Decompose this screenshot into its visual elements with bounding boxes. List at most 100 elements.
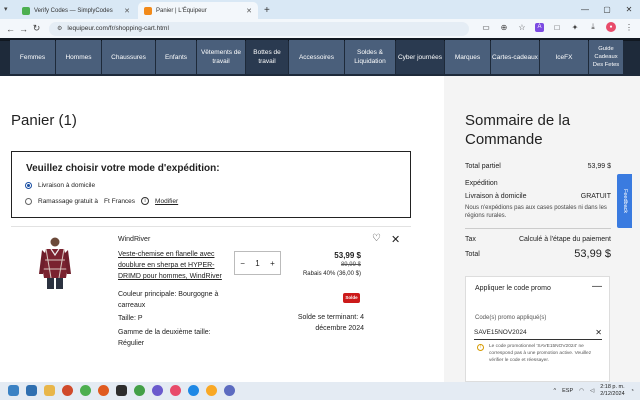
bookmark-star-icon[interactable]: ☆	[517, 23, 527, 32]
extension-square-icon[interactable]: □	[552, 23, 562, 32]
product-image[interactable]	[38, 236, 72, 290]
chrome-profile2-icon[interactable]	[152, 385, 163, 396]
remove-promo-icon[interactable]: ✕	[595, 328, 602, 337]
feedback-tab[interactable]: Feedback	[617, 174, 632, 228]
tab-close-icon[interactable]: ✕	[246, 7, 252, 15]
total-row: Total 53,99 $	[465, 248, 611, 260]
chrome-profile6-icon[interactable]	[224, 385, 235, 396]
chrome-icon[interactable]	[80, 385, 91, 396]
shipping-method-label: Livraison à domicile	[465, 193, 527, 200]
volume-icon[interactable]: ◁	[590, 388, 594, 394]
minimize-icon[interactable]: —	[574, 5, 596, 14]
start-icon[interactable]	[26, 385, 37, 396]
forward-icon[interactable]: →	[17, 24, 30, 34]
download-icon[interactable]: ⤓	[588, 22, 598, 32]
chrome-profile5-icon[interactable]	[206, 385, 217, 396]
nav-item-cyber[interactable]: Cyber journées	[396, 40, 444, 74]
windows-taskbar: ^ ESP ◠ ◁ 2:18 p. m. 2/12/2024 ◔	[0, 382, 640, 400]
increase-quantity-button[interactable]: +	[270, 259, 275, 268]
product-brand: WindRiver	[118, 236, 151, 243]
zoom-icon[interactable]: ⊕	[499, 23, 509, 32]
tab-verify-codes[interactable]: Verify Codes — SimplyCodes ✕	[16, 2, 136, 19]
language-indicator[interactable]: ESP	[562, 388, 573, 394]
divider	[11, 226, 411, 227]
maximize-icon[interactable]: ▢	[596, 5, 618, 14]
nav-item-accessoires[interactable]: Accessoires	[289, 40, 344, 74]
tab-search-icon[interactable]: ▾	[4, 5, 8, 13]
info-icon[interactable]: i	[141, 197, 150, 205]
app-icon[interactable]	[98, 385, 109, 396]
tax-label: Tax	[465, 236, 476, 243]
taskbar-icons	[8, 385, 235, 396]
profile-avatar-icon[interactable]: ●	[606, 22, 616, 32]
extension-icon[interactable]: A	[535, 22, 544, 32]
chrome-profile4-icon[interactable]	[188, 385, 199, 396]
sale-end-text: Solde se terminant: 4 décembre 2024	[297, 314, 364, 332]
notification-bell-icon[interactable]: ◔	[631, 388, 634, 394]
install-app-icon[interactable]: ▭	[481, 23, 491, 32]
url-bar[interactable]: ⚙ lequipeur.com/fr/shopping-cart.html	[49, 21, 469, 36]
back-icon[interactable]: ←	[4, 24, 17, 34]
nav-item-guide-cadeaux[interactable]: Guide Cadeaux Des Fetes	[589, 40, 623, 74]
shipping-value: GRATUIT	[580, 193, 611, 200]
nav-item-enfants[interactable]: Enfants	[156, 40, 196, 74]
promo-code-field[interactable]: SAVE15NOV2024 ✕	[474, 326, 602, 340]
nav-item-vetements-travail[interactable]: Vêtements de travail	[197, 40, 245, 74]
modify-link[interactable]: Modifier	[155, 198, 178, 205]
tray-chevron-icon[interactable]: ^	[554, 388, 557, 394]
reload-icon[interactable]: ↻	[30, 23, 43, 34]
product-color: Couleur principale: Bourgogne à carreaux	[118, 291, 219, 309]
remove-item-icon[interactable]: ✕	[391, 233, 400, 246]
shipping-method-box: Veuillez choisir votre mode d'expédition…	[11, 151, 411, 218]
nav-item-femmes[interactable]: Femmes	[10, 40, 55, 74]
clock[interactable]: 2:18 p. m. 2/12/2024	[600, 384, 624, 398]
subtotal-row: Total partiel 53,99 $	[465, 163, 611, 170]
shipping-option-pickup[interactable]: Ramassage gratuit à Ft Frances i Modifie…	[25, 197, 178, 205]
system-tray: ^ ESP ◠ ◁ 2:18 p. m. 2/12/2024 ◔	[554, 384, 634, 398]
radio-home-delivery[interactable]	[25, 182, 32, 189]
nav-item-marques[interactable]: Marques	[445, 40, 490, 74]
shipping-method-row: Livraison à domicile GRATUIT	[465, 193, 611, 200]
firefox-icon[interactable]	[62, 385, 73, 396]
product-discount: Rabais 40% (36,00 $)	[302, 271, 361, 277]
tab-close-icon[interactable]: ✕	[124, 7, 130, 15]
menu-dots-icon[interactable]: ⋮	[624, 23, 634, 32]
nav-item-hommes[interactable]: Hommes	[56, 40, 101, 74]
quantity-value[interactable]: 1	[255, 259, 259, 268]
copilot-icon[interactable]	[8, 385, 19, 396]
chrome-profile-icon[interactable]	[134, 385, 145, 396]
product-name-link[interactable]: Veste-chemise en flanelle avec doublure …	[118, 249, 230, 282]
date: 2/12/2024	[600, 391, 625, 397]
close-icon[interactable]: ✕	[618, 5, 640, 14]
total-label: Total	[465, 250, 480, 258]
site-info-icon[interactable]: ⚙	[57, 25, 62, 32]
tax-row: Tax Calculé à l'étape du paiement	[465, 236, 611, 243]
simplycodes-favicon-icon	[22, 6, 30, 15]
nav-item-cartes-cadeaux[interactable]: Cartes-cadeaux	[491, 40, 539, 74]
promo-applied-label: Code(s) promo appliqué(s)	[475, 315, 547, 321]
warning-icon: !	[477, 344, 484, 351]
option-pickup-label: Ramassage gratuit à	[38, 197, 98, 205]
collapse-minus-icon[interactable]: —	[592, 281, 602, 292]
plus-icon[interactable]: +	[264, 5, 270, 16]
nav-item-bottes-travail[interactable]: Bottes de travail	[246, 40, 288, 74]
tab-panier[interactable]: Panier | L'Équipeur ✕	[138, 2, 258, 19]
shipping-label: Expédition	[465, 180, 498, 187]
decrease-quantity-button[interactable]: −	[240, 259, 245, 268]
chrome-profile3-icon[interactable]	[170, 385, 181, 396]
shipping-option-home[interactable]: Livraison à domicile	[25, 182, 95, 189]
file-explorer-icon[interactable]	[44, 385, 55, 396]
wishlist-heart-icon[interactable]: ♡	[372, 233, 381, 244]
summary-divider	[465, 228, 611, 229]
nav-item-icefx[interactable]: IceFX	[540, 40, 588, 74]
nav-item-chaussures[interactable]: Chaussures	[102, 40, 155, 74]
promo-heading[interactable]: Appliquer le code promo	[475, 285, 551, 292]
total-value: 53,99 $	[574, 248, 611, 260]
subtotal-label: Total partiel	[465, 163, 501, 170]
terminal-icon[interactable]	[116, 385, 127, 396]
wifi-icon[interactable]: ◠	[579, 388, 584, 394]
extensions-puzzle-icon[interactable]: ✦	[570, 23, 580, 32]
cart-title: Panier (1)	[11, 112, 77, 129]
radio-pickup[interactable]	[25, 197, 32, 205]
nav-item-soldes[interactable]: Soldes & Liquidation	[345, 40, 395, 74]
